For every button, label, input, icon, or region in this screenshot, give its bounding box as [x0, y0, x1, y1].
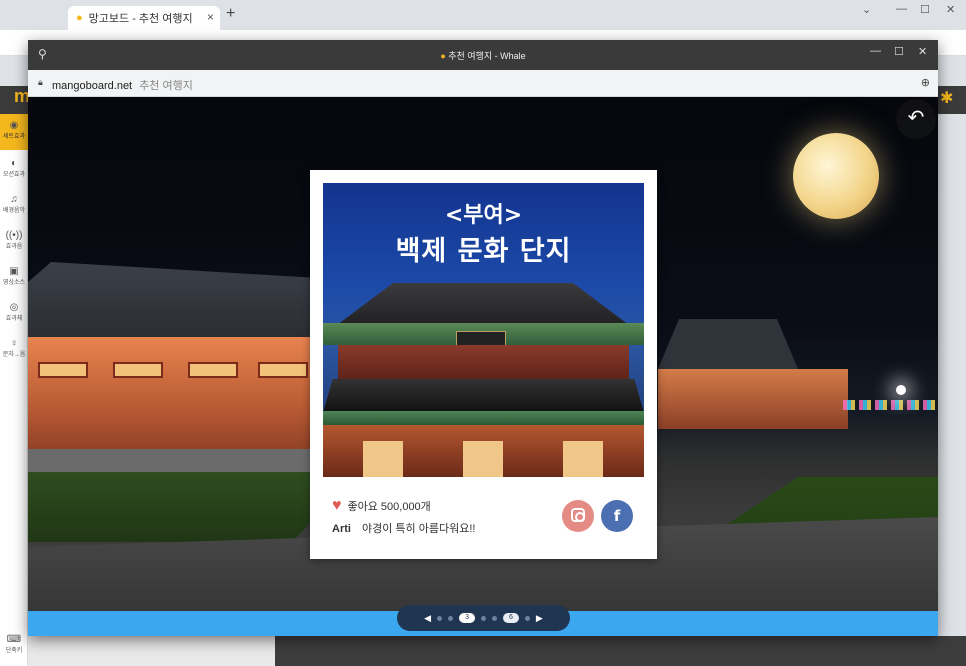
- popup-title-bar: ⚲ ● 추천 여행지 - Whale — ☐ ✕: [28, 40, 938, 70]
- palace-door-light: [463, 441, 503, 477]
- shortcut-label: 단축키: [5, 648, 23, 654]
- popup-address-bar[interactable]: 🔒︎ mangoboard.net 추천 여행지 ⊕: [28, 70, 938, 97]
- motion-icon: ◐: [10, 158, 18, 169]
- browser-tab-bar: ● 망고보드 - 추천 여행지 × + ⌄ — ☐ ✕: [0, 0, 966, 30]
- popup-maximize-button[interactable]: ☐: [894, 45, 904, 58]
- menu-label: 배경음악: [2, 208, 26, 214]
- popup-close-button[interactable]: ✕: [918, 45, 927, 58]
- mango-favicon-icon: ●: [76, 12, 83, 24]
- pager-dot[interactable]: [492, 615, 497, 621]
- street-lamp: [896, 385, 906, 395]
- lawn: [28, 472, 358, 542]
- palace-door-light: [363, 441, 403, 477]
- maximize-button[interactable]: ☐: [920, 3, 930, 16]
- window-light: [38, 362, 88, 378]
- zoom-icon[interactable]: ⊕: [921, 76, 930, 89]
- settings-gear-icon[interactable]: ✱: [940, 88, 953, 108]
- right-building-wall: [658, 369, 848, 429]
- menu-bgm[interactable]: ♫ 배경음악: [0, 194, 28, 214]
- tab-close-icon[interactable]: ×: [207, 10, 214, 24]
- pager-dot[interactable]: [481, 615, 486, 621]
- menu-set-effect[interactable]: ◉ 세트효과: [0, 114, 28, 150]
- palace-middle: [338, 345, 629, 381]
- microphone-icon: ♀: [10, 338, 18, 349]
- string-lights: [843, 400, 938, 410]
- palace-lower-roof: [323, 379, 644, 413]
- left-menu-panel: ◉ 세트효과 ◐ 모션효과 ♫ 배경음악 ((•)) 효과음 ▣ 영상소스 ◎ …: [0, 114, 28, 666]
- broadcast-icon: ((•)): [5, 230, 23, 241]
- comment-text: 야경이 특히 아름다워요!!: [362, 523, 476, 535]
- menu-motion[interactable]: ◐ 모션효과: [0, 158, 28, 178]
- popup-title: 추천 여행지 - Whale: [448, 51, 526, 61]
- keyboard-icon: ⌨: [6, 634, 22, 645]
- pager-dot[interactable]: [524, 615, 530, 621]
- prev-slide-button[interactable]: ◀: [424, 613, 431, 624]
- facebook-button[interactable]: f: [601, 500, 633, 532]
- menu-label: 모션효과: [2, 172, 26, 178]
- menu-effect-font[interactable]: ◎ 효과체: [0, 302, 28, 322]
- minimize-button[interactable]: —: [896, 3, 907, 15]
- menu-label: 문자→음: [2, 352, 26, 358]
- instagram-button[interactable]: [562, 500, 594, 532]
- menu-sfx[interactable]: ((•)) 효과음: [0, 230, 28, 250]
- card-headline-region: <부여>: [444, 203, 523, 228]
- card-headline-title: 백제 문화 단지: [395, 236, 572, 267]
- mango-favicon-icon: ●: [440, 51, 446, 61]
- pager-dot[interactable]: [437, 615, 443, 621]
- disc-icon: ◎: [9, 302, 19, 313]
- popup-minimize-button[interactable]: —: [870, 45, 881, 57]
- menu-video[interactable]: ▣ 영상소스: [0, 266, 28, 286]
- palace-lower-eaves: [323, 411, 644, 425]
- menu-label: 효과체: [5, 316, 23, 322]
- film-icon: ▣: [9, 266, 19, 277]
- left-building-wall: [28, 337, 318, 457]
- browser-tab[interactable]: ● 망고보드 - 추천 여행지 ×: [68, 6, 220, 30]
- total-page-number: 6: [503, 613, 519, 623]
- url-text: mangoboard.net 추천 여행지: [52, 77, 193, 93]
- url-domain: mangoboard.net: [52, 80, 133, 92]
- menu-label: 영상소스: [2, 280, 26, 286]
- heart-icon[interactable]: ♥: [332, 498, 342, 514]
- play-circle-icon: ◉: [9, 120, 19, 131]
- menu-label: 효과음: [5, 244, 23, 250]
- palace-upper-roof: [333, 283, 633, 328]
- new-tab-button[interactable]: +: [226, 5, 235, 23]
- polaroid-card: <부여> 백제 문화 단지 ♥ 좋아요 500,000개 Arti 야경이 특히…: [310, 170, 657, 559]
- palace-door-light: [563, 441, 603, 477]
- preview-popup-window: ⚲ ● 추천 여행지 - Whale — ☐ ✕ 🔒︎ mangoboard.n…: [28, 40, 938, 636]
- instagram-icon: [571, 507, 585, 522]
- window-light: [258, 362, 308, 378]
- browser-tab-title: 망고보드 - 추천 여행지: [88, 13, 193, 25]
- chevron-down-icon[interactable]: ⌄: [862, 3, 871, 16]
- menu-label: 세트효과: [2, 134, 26, 140]
- pager-dot[interactable]: [448, 615, 454, 621]
- current-page-number: 3: [459, 613, 475, 623]
- music-note-icon: ♫: [10, 194, 18, 205]
- card-photo: <부여> 백제 문화 단지: [323, 183, 644, 477]
- shortcut-button[interactable]: ⌨ 단축키: [0, 634, 28, 654]
- url-page-title: 추천 여행지: [139, 80, 193, 92]
- background-photo: ↶ <부여> 백제 문화 단지 ♥ 좋아요 500,000개 Arti 야경이 …: [28, 97, 938, 611]
- facebook-icon: f: [613, 507, 621, 525]
- undo-icon[interactable]: ↶: [896, 99, 936, 139]
- moon-image: [793, 133, 879, 219]
- next-slide-button[interactable]: ▶: [536, 613, 543, 624]
- window-light: [188, 362, 238, 378]
- slide-pager: ◀ 3 6 ▶: [397, 605, 570, 631]
- comment-row: Arti 야경이 특히 아름다워요!!: [332, 520, 475, 536]
- left-building-base: [28, 449, 328, 475]
- window-light: [113, 362, 163, 378]
- right-building-roof: [658, 319, 798, 369]
- likes-row: ♥ 좋아요 500,000개: [332, 498, 431, 514]
- close-window-button[interactable]: ✕: [946, 3, 955, 16]
- commenter-name: Arti: [332, 523, 351, 535]
- lock-icon: 🔒︎: [38, 77, 43, 87]
- menu-tts[interactable]: ♀ 문자→음: [0, 338, 28, 358]
- likes-count: 좋아요 500,000개: [347, 501, 431, 513]
- left-building-roof: [28, 262, 318, 342]
- timeline-track: [275, 636, 966, 666]
